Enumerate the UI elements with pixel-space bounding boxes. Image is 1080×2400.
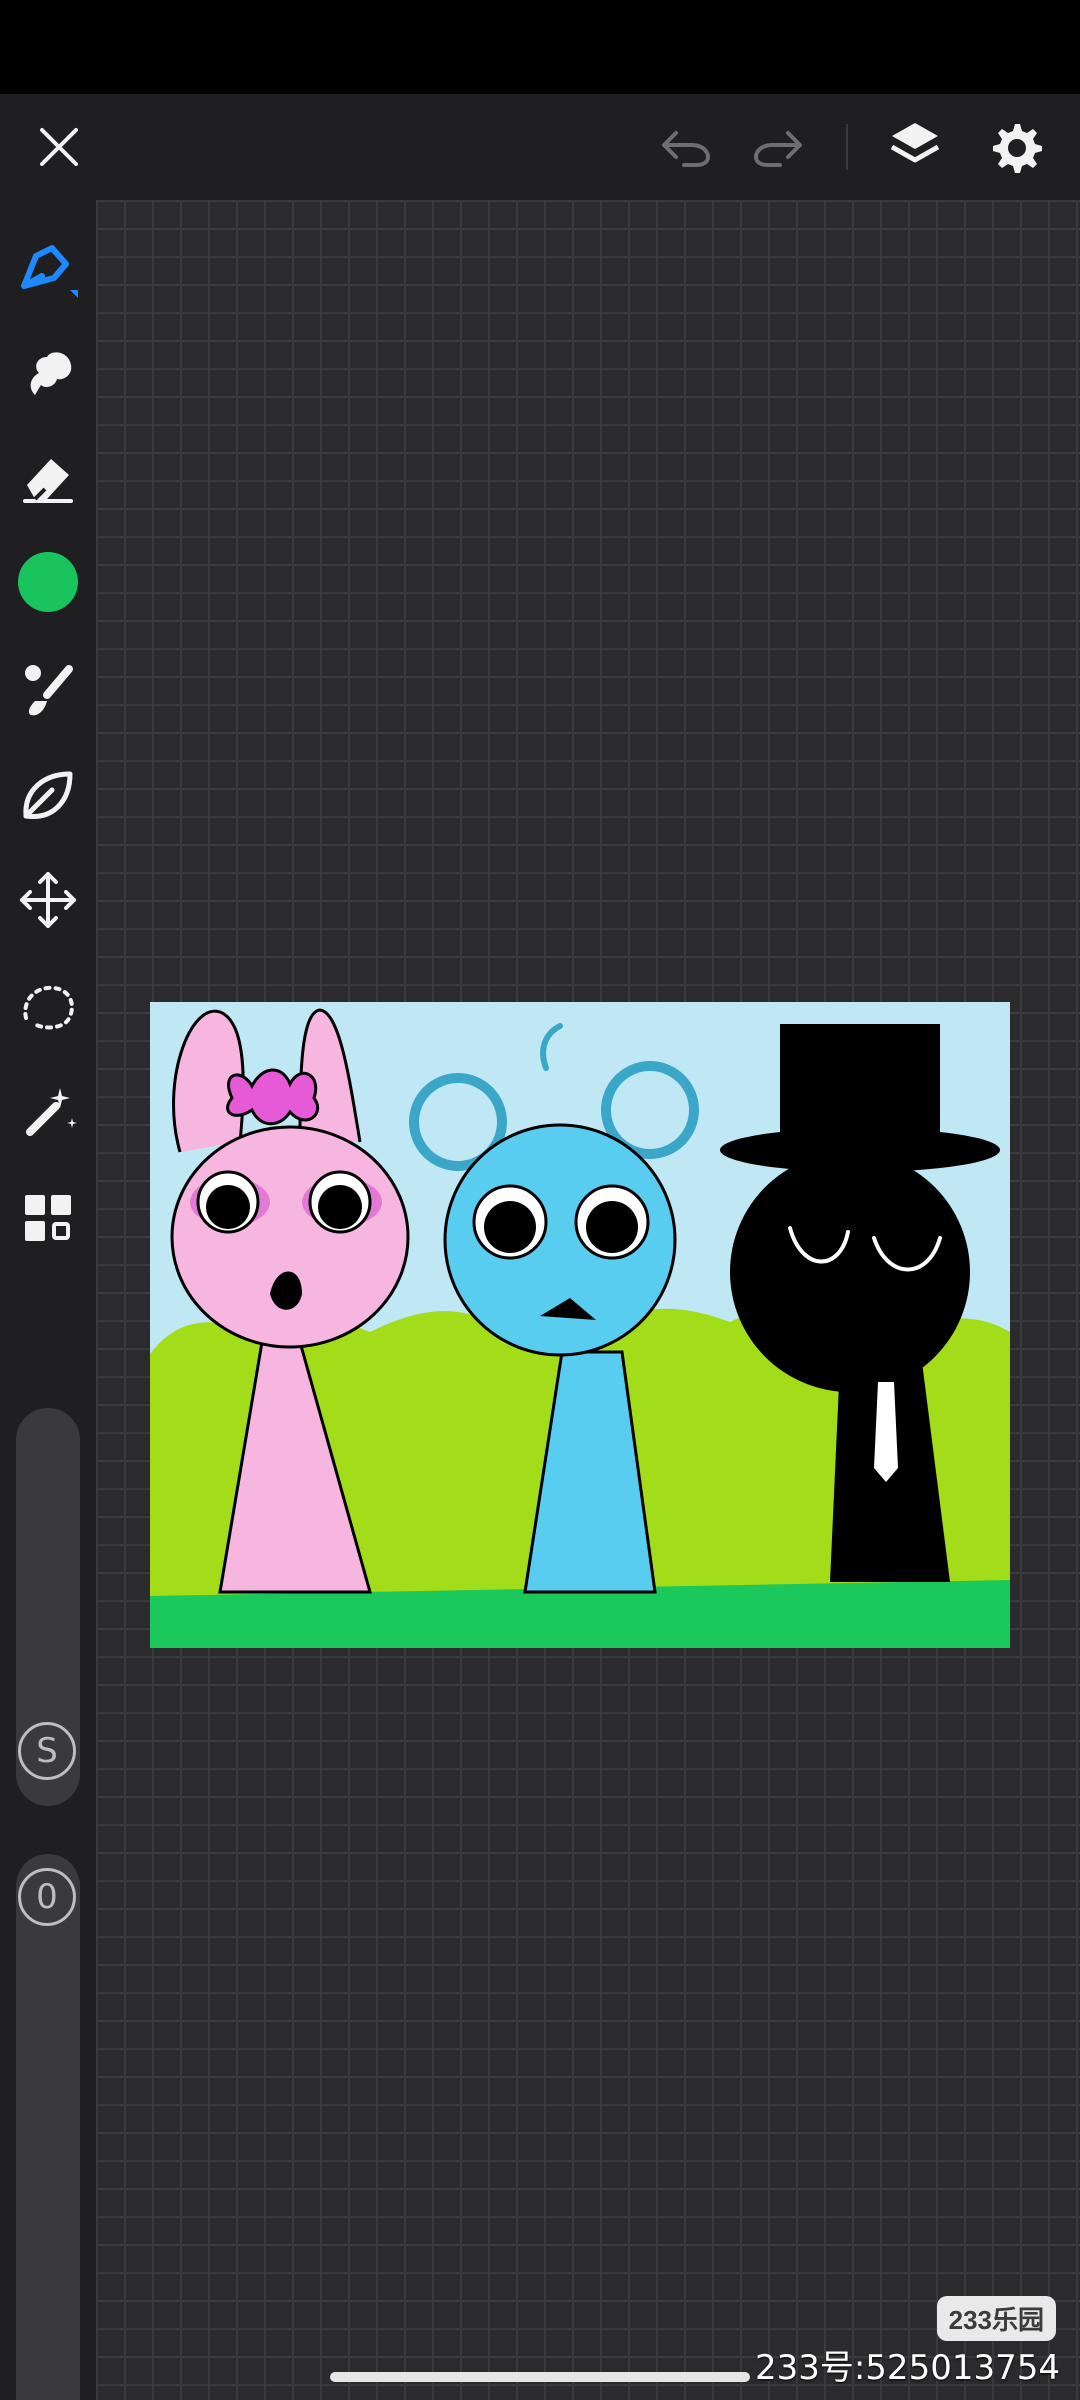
layers-icon xyxy=(890,123,940,163)
move-arrows-icon xyxy=(20,872,76,928)
undo-icon xyxy=(662,131,711,167)
settings-button[interactable] xyxy=(978,110,1052,182)
user-id-watermark: 233号:525013754 xyxy=(754,2348,1060,2388)
layers-button[interactable] xyxy=(880,110,950,182)
opacity-badge: 0 xyxy=(18,1868,76,1926)
size-badge: S xyxy=(18,1722,76,1780)
close-icon xyxy=(40,128,78,166)
grid-apps-icon xyxy=(25,1195,71,1241)
close-button[interactable] xyxy=(20,112,98,182)
pen-nib-icon xyxy=(21,245,78,298)
tool-sidebar: S 0 xyxy=(0,200,96,2400)
color-circle-icon xyxy=(18,552,78,612)
fill-tool-button[interactable] xyxy=(12,760,84,832)
color-picker-button[interactable] xyxy=(12,546,84,618)
home-indicator[interactable] xyxy=(330,2372,750,2382)
brush-icon xyxy=(25,665,73,716)
artwork-canvas[interactable] xyxy=(150,1002,1010,1648)
magic-wand-icon xyxy=(26,1088,77,1136)
apps-tool-button[interactable] xyxy=(12,1182,84,1254)
pen-tool-button[interactable] xyxy=(12,234,84,306)
lasso-tool-button[interactable] xyxy=(12,970,84,1042)
move-tool-button[interactable] xyxy=(12,864,84,936)
top-toolbar xyxy=(0,94,1080,200)
opacity-slider[interactable] xyxy=(16,1854,80,2400)
lasso-icon xyxy=(23,985,74,1030)
brush-tool-button[interactable] xyxy=(12,654,84,726)
redo-button[interactable] xyxy=(742,114,814,180)
smudge-tool-button[interactable] xyxy=(12,338,84,410)
magic-tool-button[interactable] xyxy=(12,1076,84,1148)
toolbar-divider xyxy=(846,124,848,170)
smudge-icon xyxy=(30,352,72,395)
gear-icon xyxy=(993,124,1042,173)
undo-button[interactable] xyxy=(650,114,722,180)
brand-watermark: 233乐园 xyxy=(936,2296,1056,2341)
status-bar xyxy=(0,0,1080,94)
eraser-icon xyxy=(23,459,73,503)
eraser-tool-button[interactable] xyxy=(12,440,84,512)
redo-icon xyxy=(753,131,802,167)
leaf-icon xyxy=(23,771,73,819)
